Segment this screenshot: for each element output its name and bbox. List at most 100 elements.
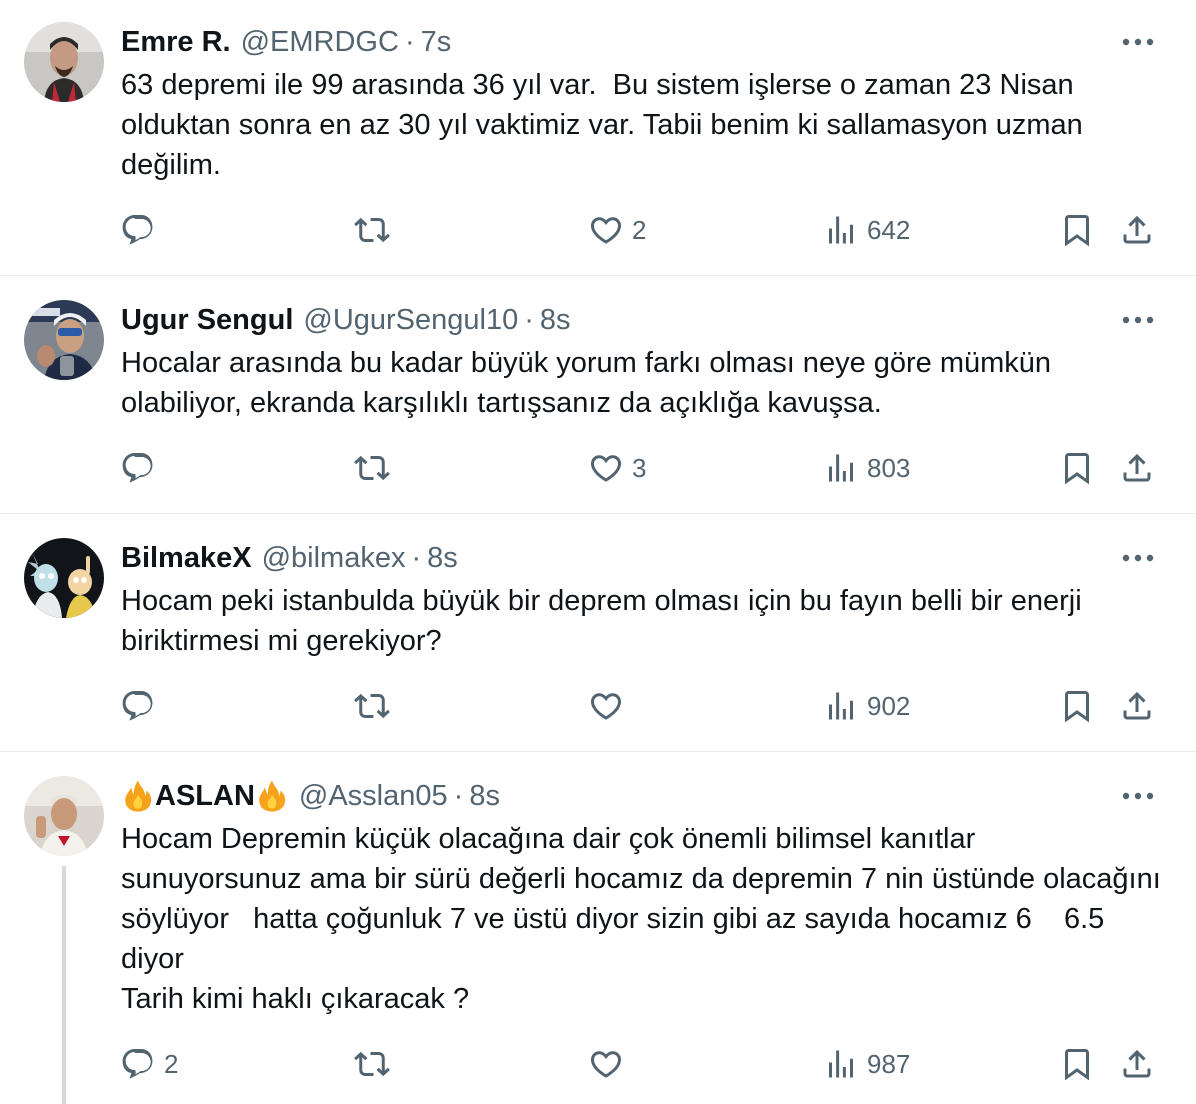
share-button[interactable] bbox=[1119, 448, 1155, 488]
views-button[interactable]: 642 bbox=[823, 210, 910, 250]
username[interactable]: @UgurSengul10 bbox=[303, 300, 518, 340]
more-dots-icon bbox=[1122, 554, 1154, 562]
username[interactable]: @Asslan05 bbox=[299, 776, 448, 816]
view-count: 642 bbox=[867, 214, 911, 245]
avatar-photo bbox=[24, 776, 104, 856]
share-icon bbox=[1123, 691, 1151, 720]
bookmark-button[interactable] bbox=[1059, 1044, 1095, 1084]
view-count: 803 bbox=[867, 452, 911, 483]
reply-icon bbox=[122, 1049, 153, 1079]
more-options-button[interactable] bbox=[1118, 538, 1158, 578]
display-name[interactable]: Ugur Sengul bbox=[121, 300, 293, 340]
display-name[interactable]: ASLAN bbox=[155, 776, 255, 816]
more-dots-icon bbox=[1122, 316, 1154, 324]
avatar[interactable] bbox=[24, 300, 104, 380]
views-button[interactable]: 987 bbox=[823, 1044, 910, 1084]
timestamp[interactable]: 8s bbox=[427, 538, 458, 578]
tweet-divider bbox=[0, 513, 1196, 514]
share-button[interactable] bbox=[1119, 210, 1155, 250]
retweet-icon bbox=[354, 217, 390, 243]
tweet-header: Emre R. @EMRDGC · 7s bbox=[121, 22, 451, 62]
retweet-icon bbox=[354, 1051, 390, 1077]
reply-button[interactable] bbox=[120, 686, 164, 726]
reply-icon bbox=[122, 453, 153, 483]
bookmark-button[interactable] bbox=[1059, 448, 1095, 488]
avatar[interactable] bbox=[24, 776, 104, 856]
views-button[interactable]: 902 bbox=[823, 686, 910, 726]
more-options-button[interactable] bbox=[1118, 300, 1158, 340]
more-options-button[interactable] bbox=[1118, 22, 1158, 62]
tweet-text: Hocalar arasında bu kadar büyük yorum fa… bbox=[121, 347, 1060, 419]
view-count: 902 bbox=[867, 690, 911, 721]
reply-button[interactable]: 2 bbox=[120, 1044, 178, 1084]
like-count: 2 bbox=[632, 214, 647, 245]
reply-button[interactable] bbox=[120, 448, 164, 488]
like-button[interactable]: 2 bbox=[588, 210, 646, 250]
separator-dot: · bbox=[453, 780, 464, 812]
more-dots-icon bbox=[1122, 38, 1154, 46]
fire-emoji-icon bbox=[259, 780, 286, 812]
tweet-text: Hocam peki istanbulda büyük bir deprem o… bbox=[121, 585, 1090, 657]
tweet-divider bbox=[0, 751, 1196, 752]
share-icon bbox=[1123, 453, 1151, 482]
tweet-divider bbox=[0, 275, 1196, 276]
reply-button[interactable] bbox=[120, 210, 164, 250]
tweet-header: BilmakeX @bilmakex · 8s bbox=[121, 538, 458, 578]
reply-icon bbox=[122, 691, 153, 721]
views-button[interactable]: 803 bbox=[823, 448, 910, 488]
tweet-header: ASLAN @Asslan05 · 8s bbox=[121, 776, 500, 816]
bookmark-icon bbox=[1065, 691, 1089, 723]
avatar[interactable] bbox=[24, 22, 104, 102]
avatar-photo bbox=[24, 22, 104, 102]
tweet-header: Ugur Sengul @UgurSengul10 · 8s bbox=[121, 300, 571, 340]
views-chart-icon bbox=[829, 216, 853, 244]
heart-icon bbox=[590, 455, 622, 482]
heart-icon bbox=[590, 217, 622, 244]
timestamp[interactable]: 8s bbox=[469, 776, 500, 816]
view-count: 987 bbox=[867, 1048, 911, 1079]
avatar[interactable] bbox=[24, 538, 104, 618]
like-count: 3 bbox=[632, 452, 647, 483]
like-button[interactable] bbox=[588, 1044, 632, 1084]
views-chart-icon bbox=[829, 454, 853, 482]
tweet-text: 63 depremi ile 99 arasında 36 yıl var. B… bbox=[121, 69, 1091, 181]
retweet-button[interactable] bbox=[354, 686, 398, 726]
retweet-button[interactable] bbox=[354, 210, 398, 250]
share-button[interactable] bbox=[1119, 686, 1155, 726]
share-icon bbox=[1123, 215, 1151, 244]
timestamp[interactable]: 8s bbox=[540, 300, 571, 340]
fire-emoji-icon bbox=[125, 780, 152, 812]
more-options-button[interactable] bbox=[1118, 776, 1158, 816]
retweet-button[interactable] bbox=[354, 1044, 398, 1084]
retweet-icon bbox=[354, 693, 390, 719]
bookmark-icon bbox=[1065, 1049, 1089, 1081]
tweet-text: Hocam Depremin küçük olacağına dair çok … bbox=[121, 823, 1161, 1015]
share-button[interactable] bbox=[1119, 1044, 1155, 1084]
username[interactable]: @EMRDGC bbox=[241, 22, 399, 62]
reply-count: 2 bbox=[164, 1048, 179, 1079]
separator-dot: · bbox=[411, 542, 422, 574]
views-chart-icon bbox=[829, 692, 853, 720]
avatar-photo bbox=[24, 300, 104, 380]
heart-icon bbox=[590, 1051, 622, 1078]
bookmark-button[interactable] bbox=[1059, 686, 1095, 726]
separator-dot: · bbox=[524, 304, 534, 336]
bookmark-icon bbox=[1065, 215, 1089, 247]
more-dots-icon bbox=[1122, 792, 1154, 800]
share-icon bbox=[1123, 1049, 1151, 1078]
avatar-photo bbox=[24, 538, 104, 618]
display-name[interactable]: Emre R. bbox=[121, 22, 231, 62]
retweet-button[interactable] bbox=[354, 448, 398, 488]
like-button[interactable]: 3 bbox=[588, 448, 646, 488]
like-button[interactable] bbox=[588, 686, 632, 726]
reply-icon bbox=[122, 215, 153, 245]
separator-dot: · bbox=[404, 26, 415, 58]
thread-connector-line bbox=[62, 866, 66, 1104]
heart-icon bbox=[590, 693, 622, 720]
timestamp[interactable]: 7s bbox=[421, 22, 452, 62]
views-chart-icon bbox=[829, 1050, 853, 1078]
username[interactable]: @bilmakex bbox=[262, 538, 406, 578]
bookmark-icon bbox=[1065, 453, 1089, 485]
bookmark-button[interactable] bbox=[1059, 210, 1095, 250]
display-name[interactable]: BilmakeX bbox=[121, 538, 252, 578]
